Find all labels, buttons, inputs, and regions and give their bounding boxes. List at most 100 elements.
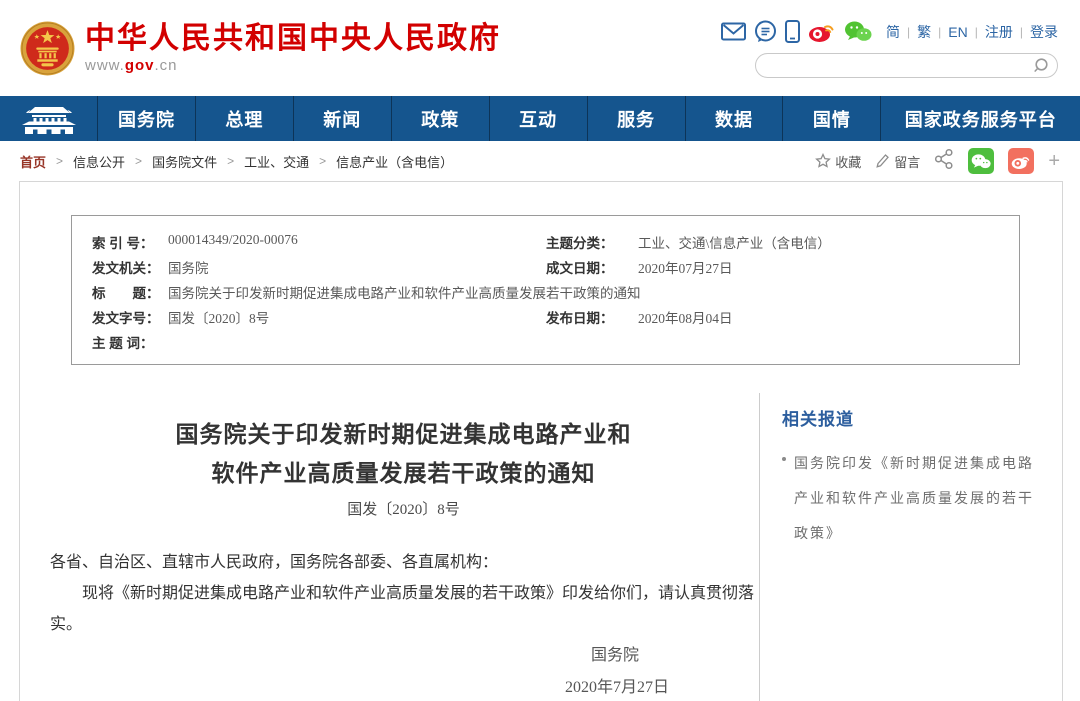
meta-agency-label: 发文机关：	[92, 254, 168, 279]
breadcrumb-info-disclosure[interactable]: 信息公开	[73, 152, 125, 171]
meta-publish-date-value: 2020年08月04日	[638, 304, 999, 329]
url-www: www.	[85, 57, 125, 74]
favorite-label: 收藏	[835, 152, 861, 171]
nav-home-button[interactable]	[0, 96, 98, 141]
nav-item-premier[interactable]: 总理	[196, 96, 294, 141]
body-paragraph: 现将《新时期促进集成电路产业和软件产业高质量发展的若干政策》印发给你们，请认真贯…	[50, 578, 757, 640]
lang-links: 简 | 繁 | EN | 注册 | 登录	[886, 22, 1058, 42]
doc-meta-table: 索 引 号： 000014349/2020-00076 主题分类： 工业、交通\…	[92, 229, 999, 354]
national-emblem-logo	[20, 21, 75, 76]
weibo-icon[interactable]	[808, 20, 836, 43]
bullet-icon	[782, 457, 786, 461]
brand-text: 中华人民共和国中央人民政府 www.gov.cn	[85, 23, 501, 74]
document-number: 国发〔2020〕8号	[50, 499, 757, 521]
pencil-icon	[875, 153, 890, 169]
meta-index-value: 000014349/2020-00076	[168, 229, 546, 254]
tiananmen-home-icon	[20, 103, 78, 135]
related-reports-list: 国务院印发《新时期促进集成电路产业和软件产业高质量发展的若干政策》	[782, 446, 1048, 551]
message-button[interactable]: 留言	[875, 152, 920, 171]
nav-item-gov-service-platform[interactable]: 国家政务服务平台	[881, 96, 1080, 141]
breadcrumb-separator: >	[319, 154, 326, 168]
search-icon[interactable]	[1032, 57, 1049, 74]
signature-block: 国务院 2020年7月27日	[50, 640, 757, 701]
mobile-icon[interactable]	[785, 20, 800, 43]
message-label: 留言	[894, 152, 920, 171]
meta-row-title: 标 题： 国务院关于印发新时期促进集成电路产业和软件产业高质量发展若干政策的通知	[92, 279, 999, 304]
meta-agency-value: 国务院	[168, 254, 546, 279]
url-gov: gov	[125, 57, 155, 74]
url-cn: .cn	[155, 57, 178, 74]
login-link[interactable]: 登录	[1030, 22, 1058, 42]
site-title: 中华人民共和国中央人民政府	[85, 23, 501, 55]
header-right: 简 | 繁 | EN | 注册 | 登录	[721, 19, 1058, 78]
doc-meta-box: 索 引 号： 000014349/2020-00076 主题分类： 工业、交通\…	[71, 215, 1020, 365]
related-reports-sidebar: 相关报道 国务院印发《新时期促进集成电路产业和软件产业高质量发展的若干政策》	[759, 393, 1062, 701]
lang-traditional-link[interactable]: 繁	[917, 22, 931, 42]
breadcrumb-industry-transport[interactable]: 工业、交通	[244, 152, 309, 171]
nav-item-news[interactable]: 新闻	[294, 96, 392, 141]
related-report-text: 国务院印发《新时期促进集成电路产业和软件产业高质量发展的若干政策》	[794, 455, 1034, 541]
meta-doc-number-value: 国发〔2020〕8号	[168, 304, 546, 329]
content-panel: 索 引 号： 000014349/2020-00076 主题分类： 工业、交通\…	[19, 181, 1063, 701]
nav-item-interaction[interactable]: 互动	[490, 96, 588, 141]
nav-item-state-council[interactable]: 国务院	[98, 96, 196, 141]
nav-item-data[interactable]: 数据	[686, 96, 784, 141]
separator: |	[1020, 25, 1023, 39]
breadcrumb-row: 首页 > 信息公开 > 国务院文件 > 工业、交通 > 信息产业（含电信） 收藏…	[0, 141, 1080, 181]
meta-written-date-value: 2020年07月27日	[638, 254, 999, 279]
meta-row-doc-number: 发文字号： 国发〔2020〕8号 发布日期： 2020年08月04日	[92, 304, 999, 329]
wechat-icon[interactable]	[844, 20, 872, 43]
signature-date: 2020年7月27日	[50, 672, 669, 701]
meta-category-label: 主题分类：	[546, 229, 638, 254]
related-reports-title: 相关报道	[782, 405, 1048, 430]
meta-title-value: 国务院关于印发新时期促进集成电路产业和软件产业高质量发展若干政策的通知	[168, 279, 999, 304]
meta-row-agency: 发文机关： 国务院 成文日期： 2020年07月27日	[92, 254, 999, 279]
meta-index-label: 索 引 号：	[92, 229, 168, 254]
meta-row-index: 索 引 号： 000014349/2020-00076 主题分类： 工业、交通\…	[92, 229, 999, 254]
share-wechat-icon[interactable]	[968, 148, 994, 174]
document-title: 国务院关于印发新时期促进集成电路产业和软件产业高质量发展若干政策的通知	[144, 415, 664, 493]
more-share-button[interactable]: +	[1048, 151, 1060, 171]
mail-icon[interactable]	[721, 22, 746, 41]
signature-name: 国务院	[50, 640, 669, 672]
star-icon	[815, 153, 831, 169]
site-url: www.gov.cn	[85, 57, 501, 74]
meta-doc-number-label: 发文字号：	[92, 304, 168, 329]
breadcrumb-home[interactable]: 首页	[20, 152, 46, 171]
share-icon[interactable]	[934, 148, 954, 175]
utility-row: 简 | 繁 | EN | 注册 | 登录	[721, 19, 1058, 45]
message-icon[interactable]	[754, 20, 777, 43]
breadcrumb-info-industry[interactable]: 信息产业（含电信）	[336, 152, 453, 171]
breadcrumb-separator: >	[135, 154, 142, 168]
meta-publish-date-label: 发布日期：	[546, 304, 638, 329]
lang-english-link[interactable]: EN	[948, 24, 967, 40]
breadcrumb: 首页 > 信息公开 > 国务院文件 > 工业、交通 > 信息产业（含电信）	[20, 152, 453, 171]
document-title-line1: 国务院关于印发新时期促进集成电路产业和	[176, 422, 632, 447]
main-nav: 国务院 总理 新闻 政策 互动 服务 数据 国情 国家政务服务平台	[0, 96, 1080, 141]
separator: |	[938, 25, 941, 39]
meta-title-label: 标 题：	[92, 279, 168, 304]
document-title-line2: 软件产业高质量发展若干政策的通知	[212, 461, 596, 486]
nav-item-services[interactable]: 服务	[588, 96, 686, 141]
separator: |	[907, 25, 910, 39]
salutation-paragraph: 各省、自治区、直辖市人民政府，国务院各部委、各直属机构：	[50, 547, 757, 578]
article-row: 国务院关于印发新时期促进集成电路产业和软件产业高质量发展若干政策的通知 国发〔2…	[20, 365, 1062, 701]
meta-category-value: 工业、交通\信息产业（含电信）	[638, 229, 999, 254]
article: 国务院关于印发新时期促进集成电路产业和软件产业高质量发展若干政策的通知 国发〔2…	[20, 365, 759, 701]
search-input[interactable]	[768, 58, 1032, 73]
site-brand[interactable]: 中华人民共和国中央人民政府 www.gov.cn	[20, 21, 501, 76]
nav-item-national-conditions[interactable]: 国情	[783, 96, 881, 141]
document-body: 各省、自治区、直辖市人民政府，国务院各部委、各直属机构： 现将《新时期促进集成电…	[50, 547, 757, 701]
register-link[interactable]: 注册	[985, 22, 1013, 42]
related-report-link[interactable]: 国务院印发《新时期促进集成电路产业和软件产业高质量发展的若干政策》	[782, 446, 1048, 551]
separator: |	[975, 25, 978, 39]
meta-row-keywords: 主 题 词：	[92, 329, 999, 354]
page-actions: 收藏 留言 +	[815, 148, 1060, 175]
nav-item-policy[interactable]: 政策	[392, 96, 490, 141]
favorite-button[interactable]: 收藏	[815, 152, 861, 171]
lang-simplified-link[interactable]: 简	[886, 22, 900, 42]
breadcrumb-separator: >	[227, 154, 234, 168]
share-weibo-icon[interactable]	[1008, 148, 1034, 174]
breadcrumb-state-council-docs[interactable]: 国务院文件	[152, 152, 217, 171]
search-box[interactable]	[755, 53, 1058, 78]
